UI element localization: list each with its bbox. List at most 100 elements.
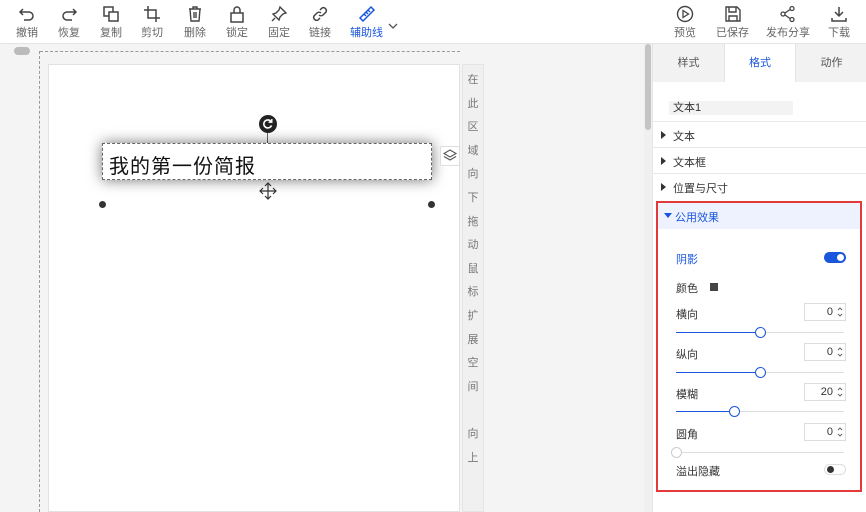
hint-char: 此 bbox=[467, 97, 479, 110]
section-textbox[interactable]: 文本框 bbox=[653, 147, 866, 173]
undo-icon bbox=[17, 4, 37, 24]
copy-icon bbox=[101, 4, 121, 24]
layers-button[interactable] bbox=[440, 146, 460, 166]
slider-thumb[interactable] bbox=[755, 367, 766, 378]
hint-char: 向 bbox=[467, 168, 479, 181]
resize-handle-left[interactable] bbox=[99, 201, 106, 208]
scrollbar-thumb[interactable] bbox=[645, 44, 651, 130]
download-icon bbox=[829, 4, 849, 24]
pin-button[interactable]: 固定 bbox=[268, 4, 290, 40]
text-box-content[interactable]: 我的第一份简报 bbox=[109, 150, 256, 179]
redo-button[interactable]: 恢复 bbox=[58, 4, 80, 40]
panel-tabs: 样式 格式 动作 bbox=[653, 44, 866, 82]
blur-slider[interactable] bbox=[676, 406, 844, 418]
overflow-hidden-toggle[interactable] bbox=[824, 464, 846, 475]
section-text-label: 文本 bbox=[673, 131, 695, 143]
section-textbox-label: 文本框 bbox=[673, 157, 706, 169]
hint-char: 上 bbox=[467, 451, 479, 464]
hint-char: 鼠 bbox=[467, 262, 479, 275]
download-label: 下载 bbox=[828, 27, 850, 39]
saved-label: 已保存 bbox=[716, 27, 749, 39]
guides-button[interactable]: 辅助线 bbox=[350, 4, 383, 40]
canvas-workarea[interactable]: 在此区域向下拖动鼠标扩展空间向上 bbox=[0, 44, 652, 512]
pin-icon bbox=[269, 4, 289, 24]
undo-label: 撤销 bbox=[16, 27, 38, 39]
guide-tag-icon[interactable] bbox=[14, 47, 30, 55]
saved-button[interactable]: 已保存 bbox=[716, 4, 749, 40]
shadow-color-swatch[interactable] bbox=[710, 283, 718, 291]
hint-char: 动 bbox=[467, 239, 479, 252]
link-icon bbox=[310, 4, 330, 24]
resize-handle-right[interactable] bbox=[428, 201, 435, 208]
undo-button[interactable]: 撤销 bbox=[16, 4, 38, 40]
hint-char: 向 bbox=[467, 428, 479, 440]
caret-down-icon bbox=[664, 213, 672, 218]
vertical-stepper[interactable] bbox=[804, 343, 846, 361]
redo-icon bbox=[59, 4, 79, 24]
caret-right-icon bbox=[661, 157, 666, 165]
vertical-input[interactable] bbox=[805, 344, 837, 360]
vertical-slider[interactable] bbox=[676, 367, 844, 379]
slide-page[interactable] bbox=[48, 64, 460, 512]
radius-stepper[interactable] bbox=[804, 423, 846, 441]
blur-input[interactable] bbox=[805, 384, 837, 400]
preview-button[interactable]: 预览 bbox=[674, 4, 696, 40]
drag-expand-hint[interactable]: 在此区域向下拖动鼠标扩展空间向上 bbox=[462, 64, 484, 512]
tab-action[interactable]: 动作 bbox=[796, 44, 866, 82]
move-handle-icon[interactable] bbox=[259, 182, 277, 200]
hint-char: 扩 bbox=[467, 310, 479, 322]
hint-char: 区 bbox=[467, 121, 479, 134]
horizontal-input[interactable] bbox=[805, 304, 837, 320]
radius-input[interactable] bbox=[805, 424, 837, 440]
share-icon bbox=[778, 4, 798, 24]
rotate-handle-icon[interactable] bbox=[259, 115, 277, 133]
hint-char: 下 bbox=[467, 192, 479, 204]
section-position-size[interactable]: 位置与尺寸 bbox=[653, 173, 866, 199]
horizontal-label: 横向 bbox=[676, 309, 698, 321]
delete-button[interactable]: 删除 bbox=[184, 4, 206, 40]
hint-char: 在 bbox=[467, 74, 479, 86]
vertical-guide-line[interactable] bbox=[39, 51, 40, 512]
redo-label: 恢复 bbox=[58, 27, 80, 39]
blur-stepper[interactable] bbox=[804, 383, 846, 401]
stepper-arrows-icon[interactable] bbox=[837, 426, 843, 438]
ruler-icon bbox=[357, 4, 377, 24]
layers-icon bbox=[442, 149, 458, 161]
link-button[interactable]: 链接 bbox=[309, 4, 331, 40]
lock-button[interactable]: 锁定 bbox=[226, 4, 248, 40]
radius-slider[interactable] bbox=[671, 447, 844, 459]
section-text[interactable]: 文本 bbox=[653, 121, 866, 147]
horizontal-stepper[interactable] bbox=[804, 303, 846, 321]
stepper-arrows-icon[interactable] bbox=[837, 386, 843, 398]
shadow-toggle[interactable] bbox=[824, 252, 846, 263]
lock-label: 锁定 bbox=[226, 27, 248, 39]
selected-text-box[interactable]: 我的第一份简报 bbox=[102, 143, 432, 180]
common-effects-title: 公用效果 bbox=[675, 212, 719, 224]
lock-icon bbox=[227, 4, 247, 24]
download-button[interactable]: 下载 bbox=[828, 4, 850, 40]
stepper-arrows-icon[interactable] bbox=[837, 346, 843, 358]
preview-label: 预览 bbox=[674, 27, 696, 39]
horizontal-slider[interactable] bbox=[676, 327, 844, 339]
crop-button[interactable]: 剪切 bbox=[141, 4, 163, 40]
hint-char: 展 bbox=[467, 333, 479, 346]
slider-thumb[interactable] bbox=[728, 406, 740, 417]
tab-format[interactable]: 格式 bbox=[724, 44, 796, 82]
slider-thumb[interactable] bbox=[671, 447, 682, 458]
delete-label: 删除 bbox=[184, 27, 206, 39]
overflow-hidden-label: 溢出隐藏 bbox=[676, 466, 720, 478]
chevron-down-icon[interactable] bbox=[388, 22, 398, 30]
vertical-label: 纵向 bbox=[676, 349, 698, 361]
share-button[interactable]: 发布分享 bbox=[766, 4, 810, 40]
rotate-connector bbox=[267, 133, 268, 143]
tab-style[interactable]: 样式 bbox=[653, 44, 724, 82]
crop-label: 剪切 bbox=[141, 27, 163, 39]
horizontal-guide-line[interactable] bbox=[40, 51, 460, 52]
element-name-input[interactable] bbox=[669, 101, 793, 115]
stepper-arrows-icon[interactable] bbox=[837, 306, 843, 318]
copy-button[interactable]: 复制 bbox=[100, 4, 122, 40]
common-effects-section: 公用效果 阴影 颜色 横向 纵向 模糊 圆角 bbox=[656, 201, 862, 492]
common-effects-header[interactable]: 公用效果 bbox=[658, 203, 860, 229]
slider-thumb[interactable] bbox=[755, 327, 766, 338]
canvas-scrollbar[interactable] bbox=[644, 44, 652, 512]
